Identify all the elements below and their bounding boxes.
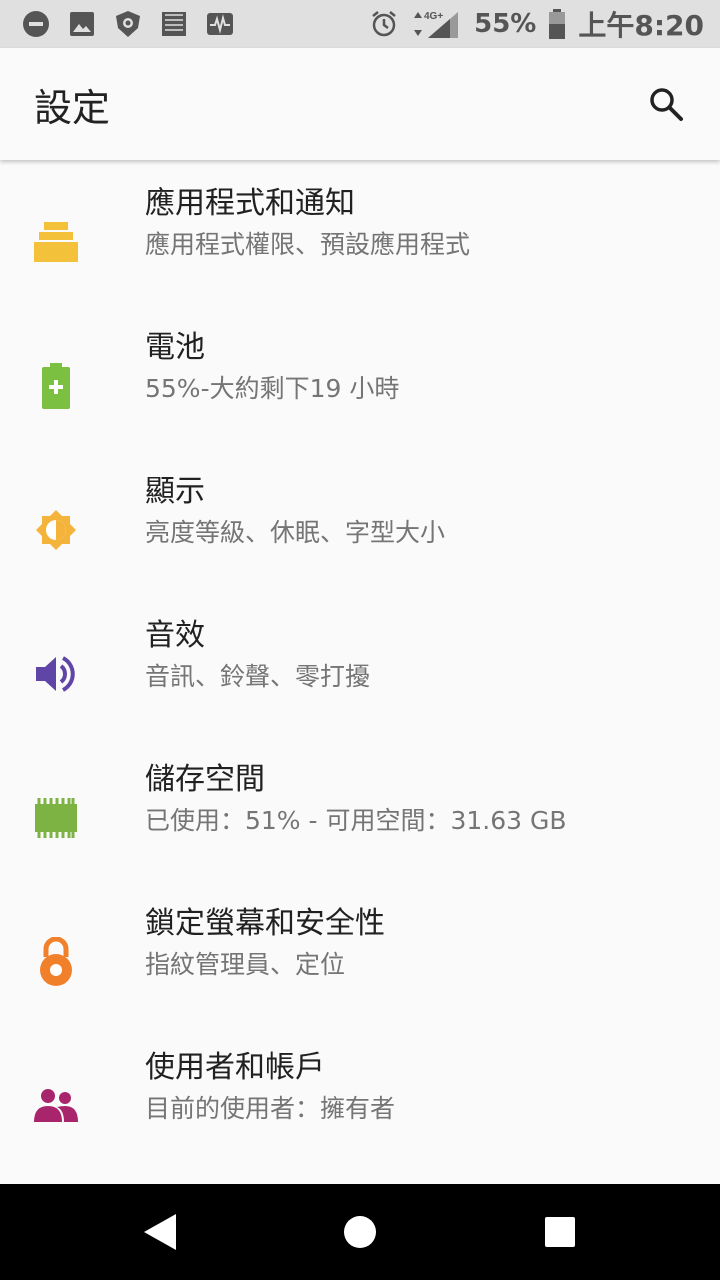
settings-list: 應用程式和通知 應用程式權限、預設應用程式 電池 55%-大約剩下19 小時 顯…	[0, 160, 720, 1168]
settings-item-title: 電池	[145, 330, 205, 365]
image-icon	[70, 12, 94, 36]
back-icon	[144, 1214, 176, 1250]
battery-percent: 55%	[474, 9, 537, 39]
settings-item-subtitle: 亮度等級、休眠、字型大小	[145, 518, 446, 547]
apps-icon	[32, 218, 80, 266]
search-button[interactable]	[642, 80, 690, 128]
settings-item-title: 顯示	[145, 474, 205, 509]
brightness-icon	[32, 506, 80, 554]
settings-item-title: 鎖定螢幕和安全性	[145, 906, 385, 941]
settings-item-subtitle: 55%-大約剩下19 小時	[145, 374, 400, 403]
volume-icon	[32, 650, 80, 698]
settings-item-title: 使用者和帳戶	[145, 1050, 325, 1085]
settings-item-subtitle: 指紋管理員、定位	[145, 950, 346, 979]
settings-item-battery[interactable]: 電池 55%-大約剩下19 小時	[0, 304, 720, 448]
settings-item-apps[interactable]: 應用程式和通知 應用程式權限、預設應用程式	[0, 160, 720, 304]
shield-icon	[116, 11, 140, 37]
signal-icon: 4G+	[414, 11, 459, 38]
accounts-icon	[32, 1082, 80, 1130]
settings-item-title: 音效	[145, 618, 205, 653]
activity-icon	[207, 13, 233, 35]
settings-item-sound[interactable]: 音效 音訊、鈴聲、零打擾	[0, 592, 720, 736]
settings-item-security[interactable]: 鎖定螢幕和安全性 指紋管理員、定位	[0, 880, 720, 1024]
sim-icon	[162, 12, 186, 36]
back-button[interactable]	[136, 1208, 184, 1256]
battery-icon	[32, 362, 80, 410]
recents-icon	[545, 1217, 575, 1247]
settings-item-subtitle: 應用程式權限、預設應用程式	[145, 230, 471, 259]
page-title: 設定	[34, 85, 111, 130]
battery-icon	[549, 9, 566, 39]
home-icon	[344, 1216, 376, 1248]
settings-item-subtitle: 音訊、鈴聲、零打擾	[145, 662, 371, 691]
storage-icon	[32, 794, 80, 842]
svg-text:4G+: 4G+	[424, 11, 443, 22]
settings-item-title: 應用程式和通知	[145, 186, 355, 221]
navigation-bar	[0, 1184, 720, 1280]
lock-icon	[32, 937, 80, 986]
settings-item-subtitle: 已使用：51% - 可用空間：31.63 GB	[145, 806, 567, 835]
recents-button[interactable]	[536, 1208, 584, 1256]
settings-item-title: 儲存空間	[145, 762, 265, 797]
settings-item-accounts[interactable]: 使用者和帳戶 目前的使用者：擁有者	[0, 1024, 720, 1168]
home-button[interactable]	[336, 1208, 384, 1256]
settings-item-display[interactable]: 顯示 亮度等級、休眠、字型大小	[0, 448, 720, 592]
search-icon	[650, 88, 683, 121]
status-time: 上午8:20	[578, 9, 704, 42]
alarm-icon	[372, 11, 396, 37]
app-bar: 設定	[0, 48, 720, 160]
status-bar: 4G+ 55% 上午8:20	[0, 0, 720, 48]
dnd-icon	[23, 11, 49, 37]
settings-item-subtitle: 目前的使用者：擁有者	[145, 1094, 396, 1123]
settings-item-storage[interactable]: 儲存空間 已使用：51% - 可用空間：31.63 GB	[0, 736, 720, 880]
